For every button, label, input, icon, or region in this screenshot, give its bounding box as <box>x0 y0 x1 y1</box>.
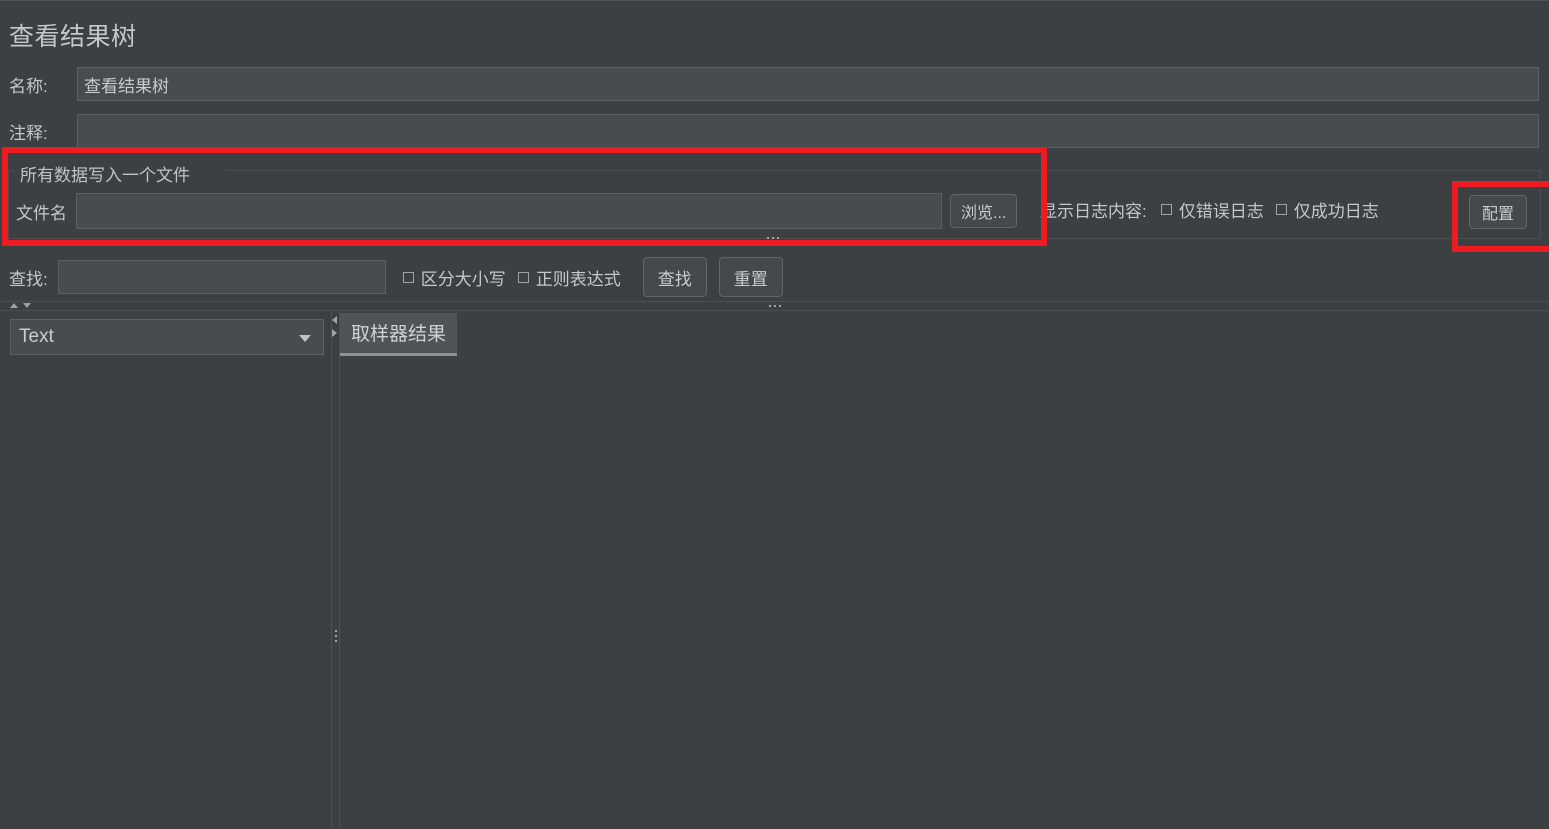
dot-icon <box>773 305 776 307</box>
filename-row: 文件名 浏览... <box>16 193 1018 229</box>
panel-border-line-right <box>226 170 1541 171</box>
tab-content-area[interactable] <box>340 360 1549 829</box>
triangle-up-icon[interactable] <box>10 303 18 308</box>
dot-icon <box>334 630 337 632</box>
chevron-down-icon <box>299 335 311 342</box>
configure-button[interactable]: 配置 <box>1469 195 1528 229</box>
log-display-options: 显示日志内容: 仅错误日志 仅成功日志 <box>1040 197 1391 222</box>
file-panel-title: 所有数据写入一个文件 <box>16 161 194 186</box>
checkbox-case-sensitive[interactable]: 区分大小写 <box>402 265 506 290</box>
vertical-splitter-arrows[interactable] <box>332 316 337 337</box>
comment-input[interactable] <box>77 114 1539 148</box>
vertical-splitter[interactable] <box>331 312 340 829</box>
triangle-left-icon[interactable] <box>332 316 337 324</box>
page-title: 查看结果树 <box>9 23 137 51</box>
search-options: 区分大小写 正则表达式 <box>402 265 633 290</box>
dot-icon <box>772 237 774 239</box>
comment-label: 注释: <box>9 123 48 143</box>
dot-icon <box>334 640 337 642</box>
comment-row: 注释: <box>9 114 1549 148</box>
name-row: 名称: 查看结果树 <box>9 67 1549 101</box>
reset-button[interactable]: 重置 <box>718 257 783 297</box>
splitter-arrows[interactable] <box>10 303 31 308</box>
search-input[interactable] <box>57 260 386 294</box>
checkbox-regex[interactable]: 正则表达式 <box>517 265 621 290</box>
filename-label: 文件名 <box>16 203 67 223</box>
log-display-label: 显示日志内容: <box>1040 202 1147 221</box>
checkbox-box-icon <box>1160 204 1172 215</box>
filename-input[interactable] <box>76 193 942 229</box>
browse-button[interactable]: 浏览... <box>950 194 1018 228</box>
search-label: 查找: <box>9 269 48 289</box>
horizontal-splitter[interactable] <box>0 301 1549 311</box>
search-row: 查找: 区分大小写 正则表达式 查找 重置 <box>9 257 783 297</box>
renderer-select-value: Text <box>19 326 54 347</box>
name-input[interactable]: 查看结果树 <box>77 67 1539 101</box>
checkbox-successes-only[interactable]: 仅成功日志 <box>1275 197 1379 222</box>
renderer-select[interactable]: Text <box>10 319 324 355</box>
sampler-result-pane: 取样器结果 <box>340 312 1549 829</box>
checkbox-case-sensitive-label: 区分大小写 <box>420 269 506 289</box>
renderer-pane: Text <box>0 312 331 829</box>
triangle-right-icon[interactable] <box>332 329 337 337</box>
checkbox-errors-only[interactable]: 仅错误日志 <box>1160 197 1264 222</box>
dot-icon <box>334 635 337 637</box>
checkbox-errors-only-label: 仅错误日志 <box>1178 202 1264 221</box>
dot-icon <box>778 305 781 307</box>
name-label: 名称: <box>9 76 48 96</box>
checkbox-box-icon <box>402 271 414 283</box>
checkbox-box-icon <box>517 271 529 283</box>
checkbox-successes-only-label: 仅成功日志 <box>1293 202 1379 221</box>
results-area: Text 取样器结果 <box>0 312 1549 829</box>
tabstrip: 取样器结果 <box>340 313 458 356</box>
dot-icon <box>777 237 779 239</box>
result-tree-listener-panel: 查看结果树 名称: 查看结果树 注释: 所有数据写入一个文件 文件名 浏览...… <box>0 0 1549 829</box>
checkbox-regex-label: 正则表达式 <box>535 269 621 289</box>
find-button[interactable]: 查找 <box>642 257 707 297</box>
dot-icon <box>767 237 769 239</box>
triangle-down-icon[interactable] <box>23 303 31 308</box>
dot-icon <box>768 305 771 307</box>
splitter-dots-icon <box>768 305 781 307</box>
checkbox-box-icon <box>1275 204 1287 215</box>
tab-sampler-result[interactable]: 取样器结果 <box>340 313 458 356</box>
vertical-splitter-dots-icon <box>334 630 337 642</box>
splitter-dots-icon[interactable] <box>767 237 779 239</box>
